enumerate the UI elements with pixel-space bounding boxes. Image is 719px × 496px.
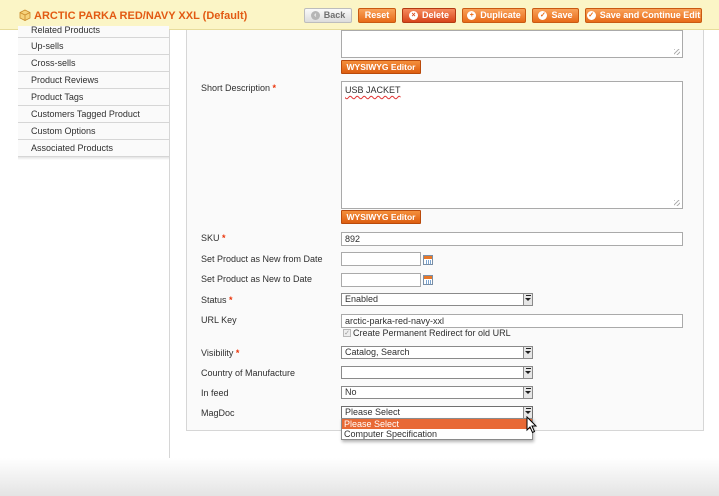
calendar-icon[interactable] <box>423 275 433 285</box>
status-select-value: Enabled <box>345 294 379 304</box>
delete-icon: × <box>408 11 418 20</box>
duplicate-button[interactable]: + Duplicate <box>462 8 526 23</box>
dropdown-option-please-select[interactable]: Please Select <box>342 419 532 429</box>
sidebar-item-label: Product Tags <box>31 92 84 102</box>
sku-label: SKU * <box>201 232 226 244</box>
sidebar-item-label: Related Products <box>31 25 101 35</box>
sidebar-item-label: Cross-sells <box>31 58 76 68</box>
sidebar-item-custom-options[interactable]: Custom Options <box>18 123 169 140</box>
duplicate-button-label: Duplicate <box>480 10 521 20</box>
required-mark: * <box>235 348 240 358</box>
visibility-select-value: Catalog, Search <box>345 347 410 357</box>
sku-label-text: SKU <box>201 233 220 243</box>
resize-grip-icon[interactable] <box>674 49 680 55</box>
status-select[interactable]: Enabled <box>341 293 533 306</box>
required-mark: * <box>272 83 277 93</box>
short-description-textarea[interactable]: USB JACKET <box>341 81 683 209</box>
magdoc-dropdown-list: Please Select Computer Specification <box>341 418 533 440</box>
description-textarea[interactable] <box>341 30 683 58</box>
page-footer-band <box>0 458 719 496</box>
new-to-date-label: Set Product as New to Date <box>201 274 313 284</box>
in-feed-select-value: No <box>345 387 357 397</box>
description-wysiwyg-button[interactable]: WYSIWYG Editor <box>341 60 421 74</box>
short-description-label: Short Description * <box>201 82 276 94</box>
delete-button[interactable]: × Delete <box>402 8 456 23</box>
in-feed-select[interactable]: No <box>341 386 533 399</box>
chevron-down-icon[interactable] <box>523 367 532 378</box>
save-button[interactable]: ✓ Save <box>532 8 579 23</box>
url-key-field[interactable]: arctic-parka-red-navy-xxl <box>341 314 683 328</box>
sidebar-item-label: Customers Tagged Product <box>31 109 140 119</box>
new-from-date-label: Set Product as New from Date <box>201 254 323 264</box>
short-description-wysiwyg-button[interactable]: WYSIWYG Editor <box>341 210 421 224</box>
visibility-select[interactable]: Catalog, Search <box>341 346 533 359</box>
sidebar-item-cross-sells[interactable]: Cross-sells <box>18 55 169 72</box>
delete-button-label: Delete <box>421 10 449 20</box>
reset-button[interactable]: Reset <box>358 8 396 23</box>
new-to-date-field[interactable] <box>341 273 421 287</box>
status-label-text: Status <box>201 295 227 305</box>
sidebar-item-product-reviews[interactable]: Product Reviews <box>18 72 169 89</box>
sidebar-item-label: Associated Products <box>31 143 114 153</box>
reset-button-label: Reset <box>364 10 390 20</box>
country-select[interactable] <box>341 366 533 379</box>
redirect-checkbox[interactable]: ✓ <box>343 329 351 337</box>
page-title: ARCTIC PARKA RED/NAVY XXL (Default) <box>34 10 248 22</box>
redirect-checkbox-label: Create Permanent Redirect for old URL <box>353 328 511 338</box>
country-label: Country of Manufacture <box>201 368 296 378</box>
add-icon: + <box>467 11 477 20</box>
sidebar-item-label: Product Reviews <box>31 75 99 85</box>
chevron-down-icon[interactable] <box>523 387 532 398</box>
sku-field[interactable]: 892 <box>341 232 683 246</box>
sidebar-item-label: Up-sells <box>31 41 64 51</box>
sidebar-item-customers-tagged-product[interactable]: Customers Tagged Product <box>18 106 169 123</box>
in-feed-label: In feed <box>201 388 229 398</box>
short-description-value: USB JACKET <box>345 85 401 95</box>
mouse-pointer-icon <box>526 416 538 434</box>
save-continue-button[interactable]: ✓ Save and Continue Edit <box>585 8 702 23</box>
calendar-icon[interactable] <box>423 255 433 265</box>
sidebar-item-related-products[interactable]: Related Products <box>18 26 169 38</box>
magdoc-label: MagDoc <box>201 408 235 418</box>
sidebar-item-label: Custom Options <box>31 126 96 136</box>
new-from-date-field[interactable] <box>341 252 421 266</box>
sidebar-item-associated-products[interactable]: Associated Products <box>18 140 169 157</box>
back-button-label: Back <box>323 10 346 20</box>
product-tabs-sidebar: Related Products Up-sells Cross-sells Pr… <box>18 26 169 160</box>
required-mark: * <box>222 233 226 243</box>
sidebar-divider <box>169 30 170 460</box>
sidebar-shadow <box>18 157 169 160</box>
save-continue-check-icon: ✓ <box>586 11 596 20</box>
chevron-down-icon[interactable] <box>523 347 532 358</box>
save-button-label: Save <box>551 10 573 20</box>
chevron-down-icon[interactable] <box>523 294 532 305</box>
back-arrow-icon: ‹ <box>310 11 320 20</box>
resize-grip-icon[interactable] <box>674 200 680 206</box>
sidebar-item-up-sells[interactable]: Up-sells <box>18 38 169 55</box>
status-label: Status * <box>201 294 233 306</box>
save-continue-button-label: Save and Continue Edit <box>599 10 701 20</box>
required-mark: * <box>229 295 233 305</box>
magdoc-select-value: Please Select <box>345 407 401 417</box>
back-button[interactable]: ‹ Back <box>304 8 352 23</box>
dropdown-option-computer-specification[interactable]: Computer Specification <box>342 429 532 439</box>
save-check-icon: ✓ <box>538 11 548 20</box>
visibility-label-text: Visibility <box>201 348 234 358</box>
short-description-label-text: Short Description <box>201 83 271 93</box>
product-box-icon <box>19 9 31 21</box>
url-key-label: URL Key <box>201 315 237 325</box>
visibility-label: Visibility * <box>201 347 239 359</box>
sidebar-item-product-tags[interactable]: Product Tags <box>18 89 169 106</box>
